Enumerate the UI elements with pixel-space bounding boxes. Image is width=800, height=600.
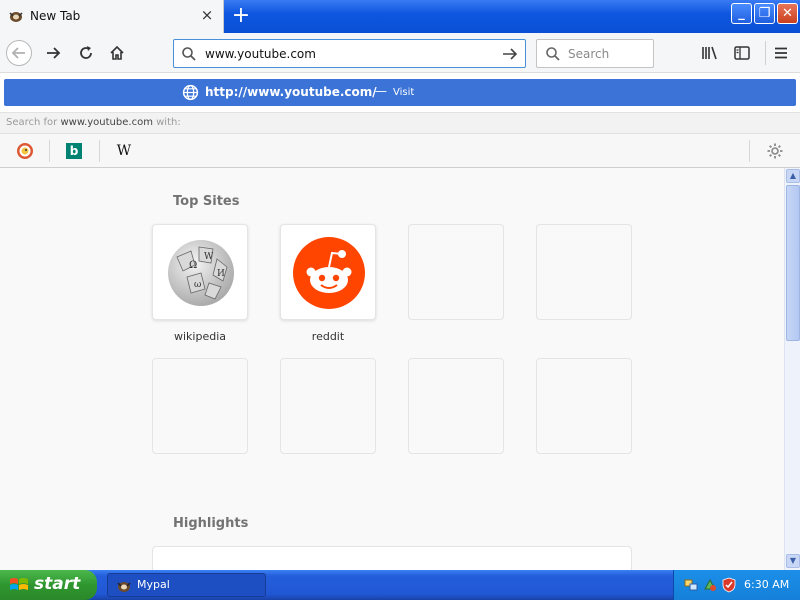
menu-button[interactable] [771, 43, 791, 63]
engine-separator [99, 140, 100, 162]
tab-title: New Tab [30, 9, 81, 23]
sidebar-button[interactable] [732, 43, 752, 63]
empty-top-site-tile[interactable] [536, 358, 632, 454]
reload-icon [80, 46, 92, 59]
forward-arrow-icon [47, 47, 61, 59]
empty-top-site-tile[interactable] [408, 224, 504, 320]
mypal-favicon-icon [9, 12, 23, 22]
scroll-up-icon[interactable]: ▲ [786, 169, 800, 183]
search-icon [182, 47, 196, 61]
tab-close-icon[interactable]: × [198, 6, 216, 24]
svg-text:ω: ω [194, 280, 201, 290]
library-icon [702, 46, 717, 60]
svg-text:И: И [217, 269, 225, 279]
home-button[interactable] [104, 40, 130, 66]
search-with-label: Search for www.youtube.com with: [6, 117, 181, 128]
globe-icon [182, 84, 199, 101]
search-icon [546, 47, 560, 61]
hamburger-menu-icon [775, 47, 787, 59]
forward-button[interactable] [40, 40, 66, 66]
minimize-button[interactable]: _ [731, 3, 752, 24]
engine-separator [49, 140, 50, 162]
tab-new-tab[interactable]: New Tab × [0, 0, 224, 33]
gear-icon [767, 143, 783, 159]
new-tab-button[interactable]: + [230, 5, 252, 27]
taskbar-item-mypal[interactable]: Mypal [107, 573, 266, 597]
title-bar: New Tab × + _ ❐ ✕ [0, 0, 800, 33]
clock: 6:30 AM [744, 578, 790, 591]
top-site-tile-reddit[interactable] [280, 224, 376, 320]
top-site-tile-wikipedia[interactable]: Ω W И ω [152, 224, 248, 320]
back-arrow-icon [11, 47, 25, 59]
empty-top-site-tile[interactable] [280, 358, 376, 454]
reload-button[interactable] [73, 40, 99, 66]
network-icon[interactable] [683, 577, 699, 593]
top-sites-heading: Top Sites [173, 194, 240, 209]
search-engine-duckduckgo[interactable] [14, 140, 36, 162]
start-label: start [34, 574, 81, 594]
go-arrow-icon[interactable] [501, 45, 519, 63]
empty-top-site-tile[interactable] [152, 358, 248, 454]
search-engine-bing[interactable]: b [63, 140, 85, 162]
taskbar-item-label: Mypal [137, 578, 170, 591]
highlight-card[interactable] [152, 546, 632, 570]
engine-separator [749, 140, 750, 162]
search-engine-wikipedia[interactable]: W [113, 140, 135, 162]
back-button[interactable] [6, 40, 32, 66]
autocomplete-action: Visit [393, 87, 415, 98]
url-input[interactable]: www.youtube.com [205, 47, 316, 61]
home-icon [110, 45, 124, 60]
url-bar[interactable]: www.youtube.com [173, 39, 526, 68]
svg-text:W: W [204, 252, 214, 262]
duckduckgo-icon [17, 143, 33, 159]
svg-text:Ω: Ω [189, 260, 197, 271]
close-window-button[interactable]: ✕ [777, 3, 798, 24]
one-off-search-engines: b W [0, 134, 800, 168]
system-tray: 6:30 AM [673, 570, 800, 600]
start-button[interactable]: start [0, 570, 97, 600]
wikipedia-globe-icon: Ω W И ω [168, 240, 234, 306]
taskbar: start Mypal 6:30 AM [0, 570, 800, 600]
toolbar-divider [765, 41, 766, 65]
autocomplete-separator: — [375, 84, 387, 98]
empty-top-site-tile[interactable] [536, 224, 632, 320]
mypal-icon [117, 582, 131, 592]
scroll-down-icon[interactable]: ▼ [786, 554, 800, 568]
security-shield-icon[interactable] [721, 577, 737, 593]
library-button[interactable] [700, 43, 720, 63]
search-settings-button[interactable] [764, 140, 786, 162]
sidebar-icon [734, 46, 750, 60]
empty-top-site-tile[interactable] [408, 358, 504, 454]
scrollbar-thumb[interactable] [786, 185, 800, 341]
autocomplete-visit-row[interactable]: http://www.youtube.com/ — Visit [4, 79, 796, 106]
bing-icon: b [66, 143, 82, 159]
reddit-icon [293, 237, 365, 309]
wikipedia-icon: W [116, 143, 132, 159]
new-tab-page: Top Sites Ω W И ω wikipedia reddit Highl… [0, 168, 784, 570]
search-input[interactable]: Search [568, 47, 609, 61]
top-site-label: wikipedia [173, 330, 226, 343]
autocomplete-url: http://www.youtube.com/ [205, 85, 377, 99]
vertical-scrollbar[interactable]: ▲ ▼ [784, 168, 800, 570]
safely-remove-hardware-icon[interactable] [702, 577, 718, 593]
top-site-label: reddit [311, 330, 345, 343]
nav-toolbar: www.youtube.com Search [0, 33, 800, 73]
windows-logo-icon [10, 578, 28, 590]
search-with-bar: Search for www.youtube.com with: [0, 112, 800, 134]
maximize-button[interactable]: ❐ [754, 3, 775, 24]
search-bar[interactable]: Search [536, 39, 654, 68]
highlights-heading: Highlights [173, 516, 249, 531]
